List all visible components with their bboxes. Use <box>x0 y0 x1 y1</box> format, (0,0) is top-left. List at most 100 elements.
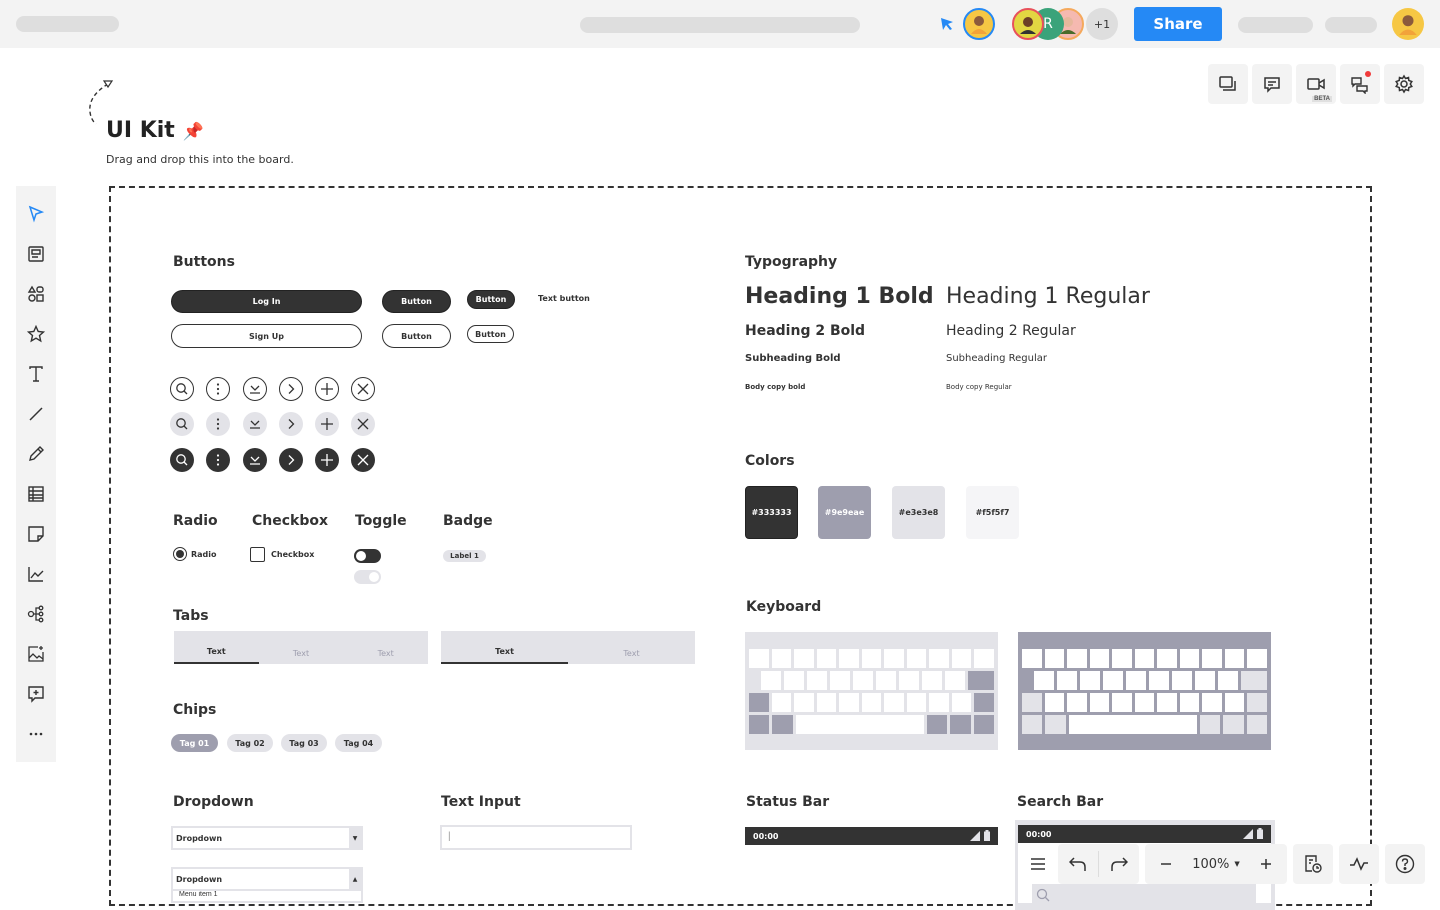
key[interactable] <box>1179 693 1200 712</box>
key[interactable] <box>876 671 896 690</box>
dropdown-open[interactable]: Dropdown ▲ <box>171 867 363 891</box>
version-history-button[interactable] <box>1293 844 1333 884</box>
plus-button[interactable] <box>315 412 339 436</box>
special-key[interactable] <box>1247 693 1268 712</box>
download-button[interactable] <box>243 412 267 436</box>
tab[interactable]: Text <box>343 631 428 664</box>
radio-option[interactable]: Radio <box>173 547 217 561</box>
special-key[interactable] <box>968 671 994 690</box>
avatar-collaborator[interactable] <box>1012 8 1044 40</box>
color-swatch[interactable]: #333333 <box>745 486 798 539</box>
key[interactable] <box>1157 649 1177 668</box>
checkbox-control[interactable] <box>250 547 265 562</box>
tab[interactable]: Text <box>174 631 259 664</box>
key[interactable] <box>1067 649 1087 668</box>
special-key[interactable] <box>973 715 995 734</box>
special-key[interactable] <box>1022 715 1043 734</box>
key[interactable] <box>974 649 995 668</box>
more-collaborators-badge[interactable]: +1 <box>1086 8 1118 40</box>
key[interactable] <box>1149 671 1169 690</box>
key[interactable] <box>1112 649 1132 668</box>
key[interactable] <box>861 649 882 668</box>
special-key[interactable] <box>1246 715 1268 734</box>
key[interactable] <box>1057 671 1077 690</box>
chevron-right-button[interactable] <box>279 377 303 401</box>
key[interactable] <box>951 693 972 712</box>
special-key[interactable] <box>950 715 971 734</box>
special-key[interactable] <box>974 693 995 712</box>
chevron-right-button[interactable] <box>279 412 303 436</box>
menu-placeholder[interactable] <box>1325 17 1377 33</box>
help-button[interactable] <box>1385 844 1425 884</box>
key[interactable] <box>1247 649 1268 668</box>
pen-tool[interactable] <box>16 434 56 474</box>
color-swatch[interactable]: #e3e3e8 <box>892 486 945 539</box>
color-swatch[interactable]: #f5f5f7 <box>966 486 1019 539</box>
key[interactable] <box>1195 671 1215 690</box>
board-name-placeholder[interactable] <box>16 16 119 32</box>
menu-placeholder[interactable] <box>1238 17 1313 33</box>
key[interactable] <box>1218 671 1238 690</box>
key[interactable] <box>1157 693 1177 712</box>
plus-button[interactable] <box>315 448 339 472</box>
key[interactable] <box>1126 671 1146 690</box>
key[interactable] <box>1134 693 1155 712</box>
key[interactable] <box>761 671 781 690</box>
text-input[interactable]: | <box>440 825 632 850</box>
close-button[interactable] <box>351 412 375 436</box>
key[interactable] <box>1044 693 1065 712</box>
key[interactable] <box>929 649 949 668</box>
signup-button[interactable]: Sign Up <box>171 324 362 348</box>
key[interactable] <box>1112 693 1132 712</box>
key[interactable] <box>816 693 837 712</box>
chart-tool[interactable] <box>16 554 56 594</box>
more-tools[interactable] <box>16 714 56 754</box>
close-button[interactable] <box>351 377 375 401</box>
key[interactable] <box>1224 693 1245 712</box>
login-button[interactable]: Log In <box>171 290 362 313</box>
chat-button[interactable] <box>1340 64 1380 104</box>
pages-button[interactable] <box>1208 64 1248 104</box>
text-button[interactable]: Text button <box>538 294 590 303</box>
key[interactable] <box>771 649 792 668</box>
special-key[interactable] <box>926 715 948 734</box>
key[interactable] <box>1172 671 1192 690</box>
activity-button[interactable] <box>1339 844 1379 884</box>
key[interactable] <box>1034 671 1054 690</box>
special-key[interactable] <box>1045 715 1066 734</box>
shapes-tool[interactable] <box>16 274 56 314</box>
star-tool[interactable] <box>16 314 56 354</box>
chip[interactable]: Tag 04 <box>335 734 382 752</box>
special-key[interactable] <box>749 693 769 712</box>
key[interactable] <box>794 649 814 668</box>
tab[interactable]: Text <box>259 631 344 664</box>
download-button[interactable] <box>243 377 267 401</box>
table-tool[interactable] <box>16 474 56 514</box>
key[interactable] <box>853 671 873 690</box>
key[interactable] <box>771 693 792 712</box>
key[interactable] <box>784 671 804 690</box>
line-tool[interactable] <box>16 394 56 434</box>
key[interactable] <box>951 649 972 668</box>
key[interactable] <box>749 649 769 668</box>
special-key[interactable] <box>1022 693 1042 712</box>
key[interactable] <box>807 671 827 690</box>
image-tool[interactable] <box>16 634 56 674</box>
more-vertical-button[interactable] <box>206 412 230 436</box>
key[interactable] <box>794 693 814 712</box>
key[interactable] <box>839 649 859 668</box>
download-button[interactable] <box>243 448 267 472</box>
zoom-in-button[interactable] <box>1251 844 1281 884</box>
chip[interactable]: Tag 01 <box>171 734 218 752</box>
tab[interactable]: Text <box>441 631 568 664</box>
special-key[interactable] <box>1199 715 1221 734</box>
close-button[interactable] <box>351 448 375 472</box>
key[interactable] <box>929 693 949 712</box>
key[interactable] <box>945 671 965 690</box>
space-key[interactable] <box>1068 715 1197 734</box>
radio-control[interactable] <box>173 547 187 561</box>
primary-button[interactable]: Button <box>382 290 451 313</box>
select-tool[interactable] <box>16 194 56 234</box>
small-secondary-button[interactable]: Button <box>467 325 514 343</box>
key[interactable] <box>1089 649 1110 668</box>
